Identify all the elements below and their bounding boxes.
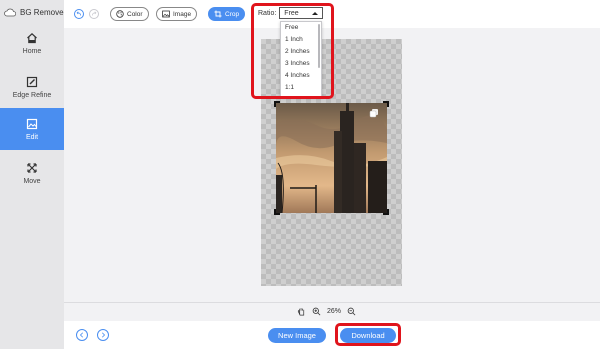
- cropped-photo[interactable]: [276, 103, 387, 213]
- sidebar-item-edge-refine[interactable]: Edge Refine: [0, 66, 64, 108]
- previous-button[interactable]: [76, 329, 88, 341]
- home-icon: [27, 32, 37, 43]
- color-button-label: Color: [127, 10, 143, 18]
- palette-icon: [116, 10, 124, 18]
- image-button-label: Image: [173, 10, 192, 18]
- sidebar-item-label: Edge Refine: [12, 91, 52, 99]
- app-title: BG Remover: [4, 8, 66, 17]
- move-arrows-icon: [27, 162, 37, 173]
- crop-handle-top-right[interactable]: [383, 101, 389, 107]
- ratio-select-value: Free: [284, 9, 299, 17]
- ratio-label: Ratio:: [258, 9, 277, 17]
- crop-icon: [214, 10, 222, 18]
- crop-handle-top-left[interactable]: [274, 101, 280, 107]
- chevron-right-icon: [101, 332, 106, 338]
- sidebar-item-label: Move: [23, 177, 41, 185]
- ratio-option[interactable]: Free: [281, 22, 321, 34]
- zoom-bar: 26%: [64, 302, 600, 320]
- image-icon: [162, 10, 170, 18]
- image-button[interactable]: Image: [156, 7, 198, 21]
- sidebar-item-label: Edit: [25, 133, 39, 141]
- main-panel: Color Image Crop Ratio: Free Free 1 Inch…: [64, 0, 600, 349]
- toolbar: Color Image Crop Ratio: Free: [64, 0, 600, 28]
- sidebar-item-move[interactable]: Move: [0, 152, 64, 194]
- undo-icon: [76, 11, 81, 16]
- chevron-left-icon: [79, 332, 84, 338]
- edit-pen-icon: [26, 76, 38, 87]
- next-button[interactable]: [97, 329, 109, 341]
- crop-button[interactable]: Crop: [208, 7, 246, 21]
- sidebar: BG Remover Home Edge Refine Edit Move: [0, 0, 66, 349]
- zoom-controls: 26%: [297, 307, 356, 316]
- sidebar-item-edit[interactable]: Edit: [0, 108, 64, 150]
- crop-handle-bottom-right[interactable]: [383, 209, 389, 215]
- redo-button[interactable]: [89, 9, 99, 19]
- caret-up-icon: [312, 11, 319, 15]
- bottom-bar: New Image Download: [64, 321, 600, 349]
- new-image-button[interactable]: New Image: [268, 328, 326, 343]
- zoom-in-icon[interactable]: [312, 307, 321, 316]
- ratio-option[interactable]: 1:1: [281, 82, 321, 94]
- dropdown-scrollbar[interactable]: [318, 24, 320, 68]
- redo-icon: [92, 11, 97, 16]
- crop-handle-bottom-left[interactable]: [274, 209, 280, 215]
- color-button[interactable]: Color: [110, 7, 149, 21]
- ratio-select[interactable]: Free: [279, 7, 324, 19]
- crop-button-label: Crop: [225, 10, 240, 18]
- ratio-control: Ratio: Free: [258, 7, 324, 19]
- zoom-level: 26%: [327, 308, 342, 315]
- zoom-out-icon[interactable]: [347, 307, 356, 316]
- ratio-option[interactable]: 4 Inches: [281, 70, 321, 82]
- undo-button[interactable]: [74, 9, 84, 19]
- ratio-option[interactable]: 2 Inches: [281, 46, 321, 58]
- city-sunset-photo: [276, 103, 387, 213]
- app-title-text: BG Remover: [20, 8, 67, 17]
- ratio-option[interactable]: 3 Inches: [281, 58, 321, 70]
- cloud-logo-icon: [4, 8, 16, 17]
- ratio-option[interactable]: 1 Inch: [281, 34, 321, 46]
- copy-icon[interactable]: [369, 108, 379, 118]
- download-button[interactable]: Download: [340, 328, 396, 343]
- image-edit-icon: [26, 118, 38, 129]
- sidebar-item-label: Home: [22, 47, 42, 55]
- ratio-dropdown: Free 1 Inch 2 Inches 3 Inches 4 Inches 1…: [280, 21, 322, 97]
- hand-icon[interactable]: [297, 307, 306, 316]
- sidebar-item-home[interactable]: Home: [0, 22, 64, 64]
